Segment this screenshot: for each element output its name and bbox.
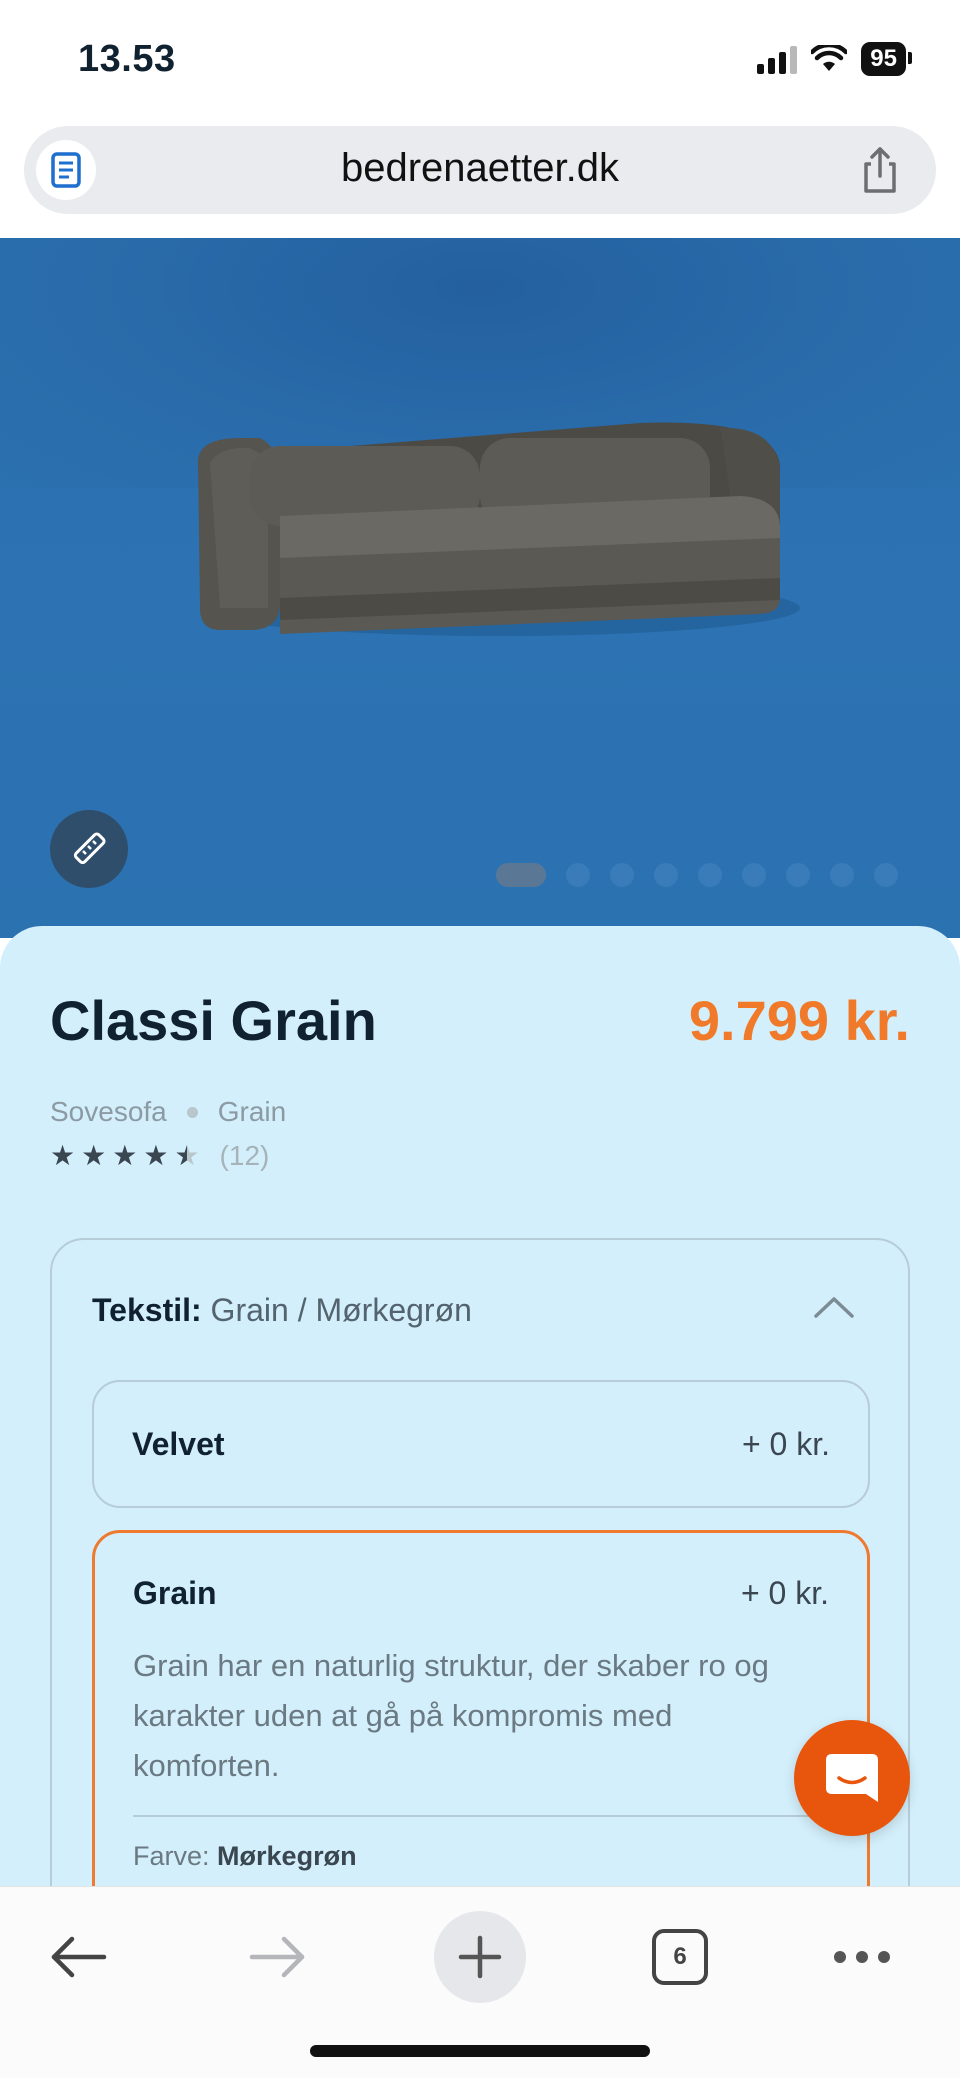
pagination-dot[interactable] — [786, 863, 810, 887]
product-variant: Grain — [217, 1096, 287, 1127]
tabs-button[interactable]: 6 — [638, 1915, 722, 1999]
forward-button[interactable] — [236, 1915, 320, 1999]
product-title: Classi Grain — [50, 989, 377, 1052]
option-color: Farve: Mørkegrøn — [133, 1841, 357, 1872]
status-icons: 95 — [757, 42, 912, 76]
back-button[interactable] — [36, 1915, 120, 1999]
new-tab-button[interactable] — [434, 1911, 526, 2003]
star-icon: ★ — [112, 1140, 138, 1171]
product-image — [198, 422, 800, 636]
ruler-icon — [73, 832, 106, 865]
address-bar[interactable]: bedrenaetter.dk — [24, 126, 936, 214]
gallery-pagination[interactable] — [496, 863, 898, 887]
plus-icon — [458, 1935, 502, 1979]
pagination-dot-active[interactable] — [496, 863, 546, 887]
battery-indicator: 95 — [861, 42, 912, 76]
wifi-icon — [811, 45, 848, 71]
textile-option-velvet[interactable]: Velvet + 0 kr. — [92, 1380, 870, 1508]
pagination-dot[interactable] — [830, 863, 854, 887]
pagination-dot[interactable] — [566, 863, 590, 887]
option-name: Grain — [133, 1575, 217, 1611]
product-category: Sovesofa — [50, 1096, 167, 1127]
signal-icon — [757, 44, 798, 74]
product-price: 9.799 kr. — [688, 989, 910, 1052]
pagination-dot[interactable] — [698, 863, 722, 887]
divider — [133, 1815, 833, 1817]
half-star-icon: ★ — [174, 1140, 200, 1171]
measure-button[interactable] — [50, 810, 128, 888]
chat-button[interactable] — [794, 1720, 910, 1836]
pagination-dot[interactable] — [654, 863, 678, 887]
textile-option-grain[interactable]: Grain + 0 kr. Grain har en naturlig stru… — [92, 1530, 870, 1930]
color-value: Mørkegrøn — [217, 1841, 357, 1871]
share-icon — [864, 147, 896, 193]
share-button[interactable] — [854, 144, 906, 196]
home-indicator — [310, 2045, 650, 2057]
product-rating[interactable]: ★ ★ ★ ★ ★ (12) — [50, 1140, 269, 1172]
product-meta: Sovesofa Grain — [50, 1096, 286, 1128]
pagination-dot[interactable] — [742, 863, 766, 887]
option-price: + 0 kr. — [741, 1426, 830, 1462]
pagination-dot[interactable] — [874, 863, 898, 887]
textile-value: Grain / Mørkegrøn — [210, 1292, 472, 1328]
color-label: Farve: — [133, 1841, 210, 1871]
arrow-right-icon — [249, 1936, 305, 1978]
pagination-dot[interactable] — [610, 863, 634, 887]
more-button[interactable] — [820, 1915, 904, 1999]
url-text[interactable]: bedrenaetter.dk — [24, 146, 936, 191]
textile-selector: Tekstil: Grain / Mørkegrøn Velvet + 0 kr… — [50, 1238, 910, 1958]
textile-label: Tekstil: — [92, 1292, 202, 1328]
product-gallery[interactable] — [0, 238, 960, 938]
chevron-up-icon[interactable] — [812, 1292, 856, 1322]
option-name: Velvet — [132, 1426, 225, 1462]
star-icon: ★ — [50, 1140, 76, 1171]
star-icon: ★ — [81, 1140, 107, 1171]
textile-header[interactable]: Tekstil: Grain / Mørkegrøn — [92, 1292, 472, 1329]
status-bar: 13.53 95 — [0, 0, 960, 120]
option-description: Grain har en naturlig struktur, der skab… — [133, 1648, 769, 1783]
review-count: (12) — [219, 1140, 270, 1171]
chat-icon — [826, 1754, 878, 1802]
option-price: + 0 kr. — [740, 1575, 829, 1611]
tab-count: 6 — [652, 1929, 708, 1985]
status-time: 13.53 — [78, 38, 176, 80]
star-icon: ★ — [143, 1140, 169, 1171]
arrow-left-icon — [51, 1936, 107, 1978]
browser-toolbar: 6 — [0, 1886, 960, 2078]
meta-separator — [186, 1106, 198, 1118]
more-icon — [834, 1951, 890, 1963]
